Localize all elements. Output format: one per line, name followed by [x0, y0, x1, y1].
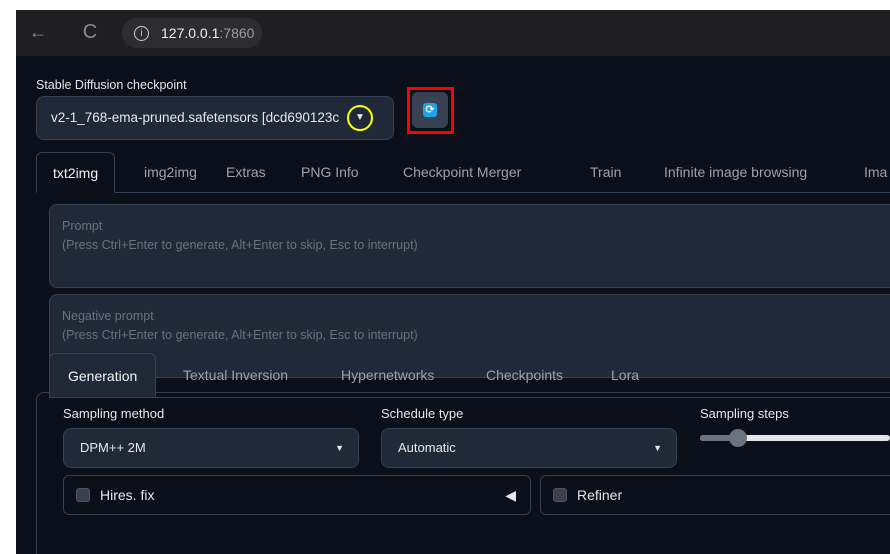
subtab-checkpoints[interactable]: Checkpoints [486, 353, 563, 397]
chevron-down-icon: ▼ [335, 443, 344, 453]
schedule-type-value: Automatic [398, 440, 456, 455]
url-port: :7860 [219, 25, 255, 41]
sampling-method-value: DPM++ 2M [80, 440, 146, 455]
tab-infinite-image-browsing[interactable]: Infinite image browsing [664, 152, 807, 192]
tab-ima[interactable]: Ima [864, 152, 887, 192]
tab-img2img[interactable]: img2img [144, 152, 197, 192]
prompt-placeholder-title: Prompt [62, 219, 103, 233]
prompt-input[interactable]: Prompt (Press Ctrl+Enter to generate, Al… [49, 204, 890, 288]
refresh-checkpoint-button[interactable]: ⟳ [412, 92, 448, 128]
prompt-placeholder-hint: (Press Ctrl+Enter to generate, Alt+Enter… [62, 238, 418, 252]
tab-txt2img[interactable]: txt2img [36, 152, 116, 193]
schedule-type-dropdown[interactable]: Automatic ▼ [381, 428, 677, 468]
url-host: 127.0.0.1 [161, 25, 220, 41]
tab-checkpoint-merger[interactable]: Checkpoint Merger [403, 152, 521, 192]
site-info-icon[interactable]: i [134, 25, 149, 41]
checkpoint-dropdown[interactable]: v2-1_768-ema-pruned.safetensors [dcd6901… [36, 96, 394, 140]
negative-prompt-placeholder-hint: (Press Ctrl+Enter to generate, Alt+Enter… [62, 328, 418, 342]
refiner-checkbox[interactable] [553, 488, 567, 502]
app-window: ← C i 127.0.0.1:7860 Stable Diffusion ch… [16, 10, 890, 554]
hires-fix-accordion[interactable]: Hires. fix ◀ [63, 475, 531, 515]
schedule-type-label: Schedule type [381, 406, 464, 421]
negative-prompt-placeholder-title: Negative prompt [62, 309, 154, 323]
browser-toolbar: ← C i 127.0.0.1:7860 [16, 10, 890, 56]
tab-train[interactable]: Train [590, 152, 621, 192]
tab-extras[interactable]: Extras [226, 152, 266, 192]
sampling-method-dropdown[interactable]: DPM++ 2M ▼ [63, 428, 359, 468]
sampling-method-label: Sampling method [63, 406, 165, 421]
refiner-accordion[interactable]: Refiner [540, 475, 890, 515]
main-tabs: txt2img img2img Extras PNG Info Checkpoi… [36, 152, 890, 193]
reload-icon[interactable]: C [78, 20, 102, 44]
subtabs-divider [49, 397, 890, 398]
chevron-down-icon: ▼ [653, 443, 662, 453]
checkpoint-label: Stable Diffusion checkpoint [36, 78, 187, 92]
subtab-lora[interactable]: Lora [611, 353, 639, 397]
sampling-steps-label: Sampling steps [700, 406, 789, 421]
subtab-hypernetworks[interactable]: Hypernetworks [341, 353, 434, 397]
tab-png-info[interactable]: PNG Info [301, 152, 359, 192]
hires-fix-label: Hires. fix [100, 487, 155, 503]
refiner-label: Refiner [577, 487, 623, 503]
hires-fix-checkbox[interactable] [76, 488, 90, 502]
back-arrow-icon[interactable]: ← [26, 20, 50, 44]
refresh-icon: ⟳ [423, 103, 437, 117]
subtab-generation[interactable]: Generation [49, 353, 157, 397]
generation-subtabs: Generation Textual Inversion Hypernetwor… [49, 353, 890, 397]
collapse-triangle-icon[interactable]: ◀ [505, 476, 516, 514]
subtab-textual-inversion[interactable]: Textual Inversion [183, 353, 288, 397]
sampling-steps-slider-handle[interactable] [729, 429, 747, 447]
address-bar[interactable]: i 127.0.0.1:7860 [122, 18, 262, 48]
chevron-down-icon[interactable]: ▼ [347, 105, 373, 131]
